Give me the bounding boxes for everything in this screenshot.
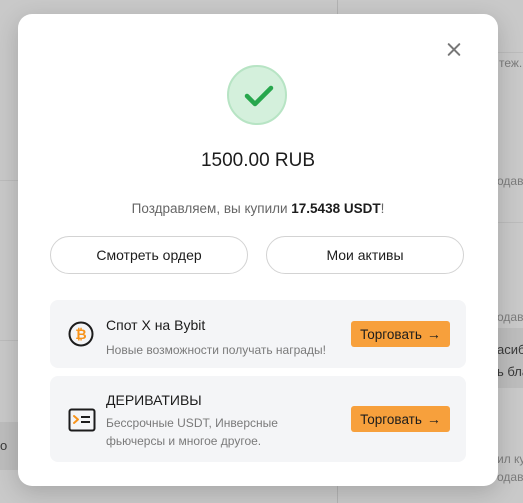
background-text: асиб <box>497 342 523 357</box>
background-highlight-row <box>498 328 523 388</box>
promo-description: Бессрочные USDT, Инверсные фьючерсы и мн… <box>106 416 278 448</box>
trade-button[interactable]: Торговать → <box>351 406 450 432</box>
trade-button[interactable]: Торговать → <box>351 321 450 347</box>
background-text: ь бла <box>497 364 523 379</box>
bitcoin-icon: ₿ <box>68 321 94 352</box>
promo-card-derivatives: ДЕРИВАТИВЫ Бессрочные USDT, Инверсные фь… <box>50 376 466 462</box>
close-icon[interactable] <box>444 40 464 60</box>
promo-card-spot: ₿ Спот X на Bybit Новые возможности полу… <box>50 300 466 368</box>
arrow-right-icon: → <box>426 326 441 342</box>
background-row-divider <box>0 180 18 181</box>
promo-title: Спот X на Bybit <box>106 317 206 333</box>
check-icon <box>227 65 287 125</box>
background-text: одаве <box>497 310 523 324</box>
background-text: ил ку <box>497 452 523 466</box>
my-assets-button[interactable]: Мои активы <box>266 236 464 274</box>
terminal-icon <box>68 408 96 437</box>
promo-description: Новые возможности получать награды! <box>106 343 326 357</box>
purchased-amount: 17.5438 USDT <box>291 201 381 216</box>
purchase-amount: 1500.00 RUB <box>200 150 316 171</box>
view-order-button[interactable]: Смотреть ордер <box>50 236 248 274</box>
background-text: о <box>0 438 8 453</box>
trade-button-label: Торговать <box>360 411 422 427</box>
trade-button-label: Торговать <box>360 326 422 342</box>
purchase-success-modal: 1500.00 RUB Поздравляем, вы купили 17.54… <box>18 14 498 486</box>
congrats-suffix: ! <box>380 201 385 216</box>
promo-title: ДЕРИВАТИВЫ <box>106 392 202 408</box>
background-text: теж. <box>499 56 523 70</box>
background-text: одаве <box>497 174 523 188</box>
svg-text:₿: ₿ <box>75 327 86 343</box>
congrats-message: Поздравляем, вы купили 17.5438 USDT! <box>18 201 498 216</box>
congrats-prefix: Поздравляем, вы купили <box>131 201 292 216</box>
arrow-right-icon: → <box>426 411 441 427</box>
background-row-divider <box>0 340 18 341</box>
background-text: одаве <box>497 470 523 484</box>
